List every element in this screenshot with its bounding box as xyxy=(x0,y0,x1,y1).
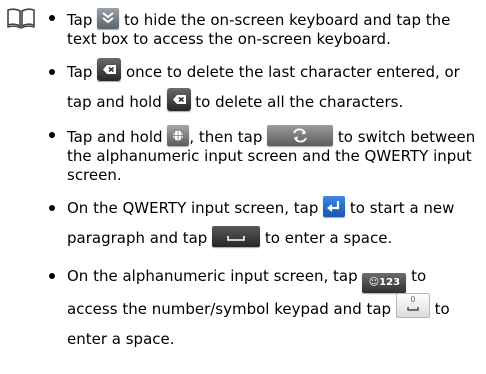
text: to enter a space. xyxy=(260,229,393,247)
list-item: Tap once to delete the last character en… xyxy=(47,57,477,117)
hide-keyboard-key-icon xyxy=(97,8,120,29)
text: Tap and hold xyxy=(67,128,163,146)
bullet-dot xyxy=(49,205,55,211)
list-item: On the QWERTY input screen, tap to start… xyxy=(47,193,477,253)
text: Tap xyxy=(67,63,93,81)
enter-key-icon xyxy=(323,196,346,217)
space-key-icon: 0 xyxy=(395,293,430,318)
text: Tap xyxy=(67,11,93,29)
bullet-dot xyxy=(49,132,55,138)
delete-key-icon xyxy=(166,88,191,111)
number-symbol-key-icon: ☺123 xyxy=(362,273,407,293)
keyboard-tips-list: Tap to hide the on-screen keyboard and t… xyxy=(47,8,477,362)
list-item: Tap to hide the on-screen keyboard and t… xyxy=(47,8,477,49)
bullet-dot xyxy=(49,69,55,75)
text: to delete all the characters. xyxy=(190,93,404,111)
list-item: On the alphanumeric input screen, tap ☺1… xyxy=(47,261,477,354)
bullet-dot xyxy=(49,273,55,279)
text: to hide the on-screen keyboard and tap t… xyxy=(67,11,451,48)
globe-key-icon xyxy=(167,125,190,146)
switch-input-key-icon xyxy=(267,125,334,146)
text: On the alphanumeric input screen, tap xyxy=(67,267,358,285)
text: , then tap xyxy=(189,128,263,146)
delete-key-icon xyxy=(97,58,122,81)
list-item: Tap and hold , then tap to switch betwee… xyxy=(47,125,477,185)
text: On the QWERTY input screen, tap xyxy=(67,199,319,217)
space-key-icon xyxy=(212,226,261,247)
book-icon xyxy=(7,8,35,29)
bullet-dot xyxy=(49,15,55,21)
